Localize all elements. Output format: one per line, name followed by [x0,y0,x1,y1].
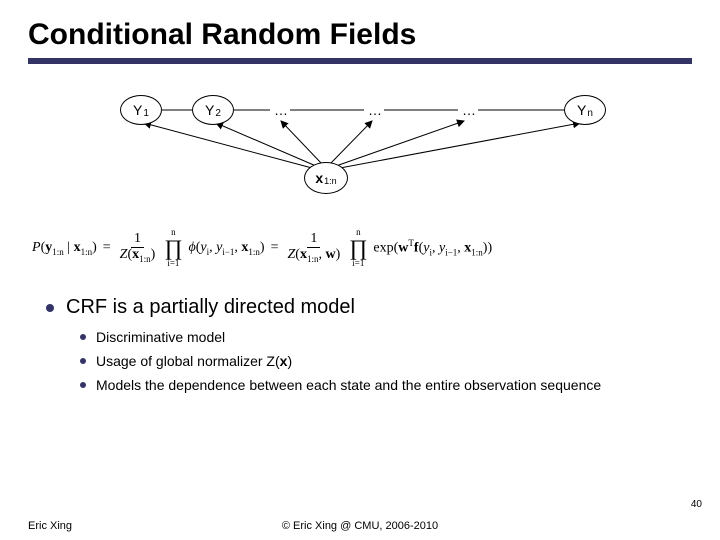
slide-number: 40 [691,499,702,510]
probability-formula: P(y1:n | x1:n) = 1 Z(x1:n) n ∏ i=1 ϕ(yi,… [28,228,692,268]
bullet-marker-icon [46,304,54,312]
bullet-sub-3: Models the dependence between each state… [80,377,692,393]
bullet-sub-1: Discriminative model [80,329,692,345]
bullet-marker-icon [80,334,86,340]
bullet-marker-icon [80,358,86,364]
node-yn: Yn [564,95,606,125]
node-x: x1:n [304,162,348,194]
crf-diagram: Y1 Y2 … … … Yn x1:n [28,90,692,220]
bullet-main: CRF is a partially directed model [46,296,692,319]
node-y2: Y2 [192,95,234,125]
bullet-content: CRF is a partially directed model Discri… [28,296,692,393]
node-y1: Y1 [120,95,162,125]
node-dots-3: … [462,102,476,118]
footer-copyright: © Eric Xing @ CMU, 2006-2010 [28,520,692,532]
title-rule [28,58,692,64]
bullet-marker-icon [80,382,86,388]
footer: Eric Xing © Eric Xing @ CMU, 2006-2010 [28,520,692,532]
slide-title: Conditional Random Fields [28,18,692,52]
bullet-sub-2: Usage of global normalizer Z(x) [80,353,692,369]
node-dots-1: … [274,102,288,118]
bullet-main-text: CRF is a partially directed model [66,296,355,319]
node-dots-2: … [368,102,382,118]
